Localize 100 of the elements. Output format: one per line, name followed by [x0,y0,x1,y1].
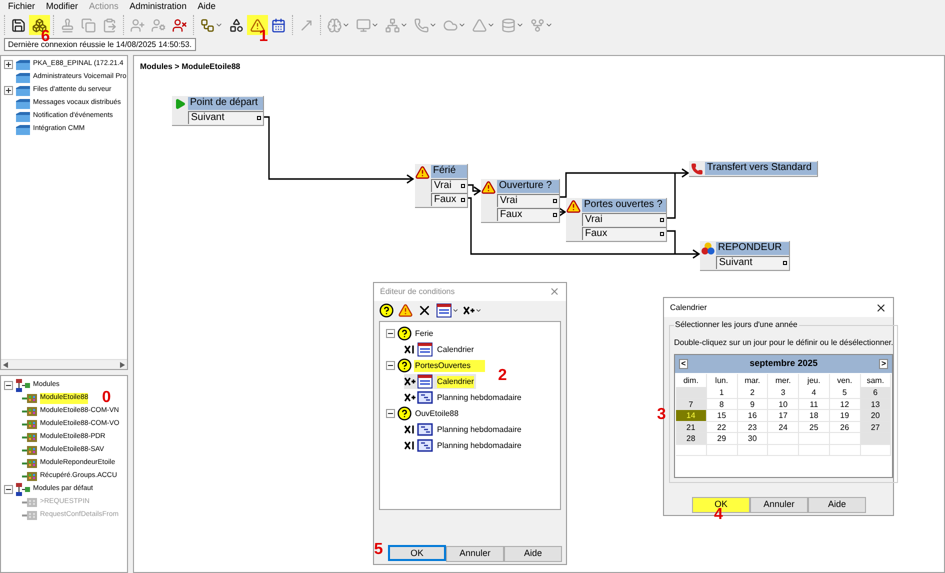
folder-icon [15,58,31,70]
condition-rule[interactable]: Planning hebdomadaire [404,423,524,436]
calendar-day[interactable]: 17 [768,410,799,422]
condition-rule[interactable]: Calendrier [404,342,476,357]
operator-plus-icon [463,306,475,316]
collapse-icon[interactable] [4,485,13,494]
flow-node[interactable]: Férié Vrai Faux [415,164,468,208]
calendar-day[interactable]: 14 [676,410,707,422]
dialog-button[interactable]: Annuler [750,496,808,513]
next-month-button[interactable]: > [879,359,888,369]
flow-node[interactable]: Ouverture ? Vrai Faux [481,179,560,223]
expand-icon[interactable] [4,60,13,69]
calendar-day[interactable]: 7 [676,398,707,410]
calendar-day[interactable]: 19 [830,410,860,422]
flow-node[interactable]: REPONDEUR Suivant [700,241,790,271]
caret-icon [371,21,379,29]
calendar-day[interactable]: 24 [768,422,799,433]
node-output[interactable]: Suivant [716,256,789,269]
caret-icon [342,21,350,29]
node-title: Férié [431,165,467,178]
menu-item[interactable]: Fichier [3,0,40,14]
port-icon[interactable] [461,198,465,202]
warning-icon [398,303,413,318]
calendar-day[interactable]: 21 [676,422,707,433]
menu-item[interactable]: Aide [192,0,221,14]
toolbar-button[interactable] [378,302,395,320]
calendar-day[interactable]: 2 [738,387,768,398]
calendar-day[interactable]: 3 [768,387,799,398]
calendar-day[interactable]: 29 [706,433,738,444]
scroll-left-icon[interactable] [3,362,8,368]
module-icon [22,406,38,417]
calendar-day[interactable]: 28 [676,433,707,444]
flow-node[interactable]: Transfert vers Standard [689,161,818,177]
calendar-day[interactable]: 30 [738,433,768,444]
node-output[interactable]: Vrai [431,179,467,192]
node-title: Ouverture ? [497,180,559,193]
expand-icon[interactable] [4,86,13,95]
caret-icon [487,21,495,29]
port-icon[interactable] [660,232,664,236]
collapse-icon[interactable] [386,329,395,338]
schedule-icon [417,423,433,436]
calendar-day[interactable]: 6 [860,387,892,398]
port-icon[interactable] [660,218,664,222]
condition-rule[interactable]: Planning hebdomadaire [404,391,524,404]
flow-node[interactable]: Portes ouvertes ? Vrai Faux [566,198,667,242]
node-output[interactable]: Faux [431,193,467,206]
collapse-icon[interactable] [4,381,13,390]
dialog-button[interactable]: OK [388,545,446,562]
calendar-day[interactable]: 25 [799,422,830,433]
warning-icon [481,180,496,195]
save-icon [11,18,26,32]
node-title: Portes ouvertes ? [582,199,666,212]
condition-item[interactable]: Ferie [386,326,560,342]
toolbar-button[interactable] [435,302,460,320]
connector-line [667,230,676,254]
calendar-day[interactable]: 16 [738,410,768,422]
calendar-day[interactable]: 18 [799,410,830,422]
node-output[interactable]: Vrai [582,213,666,226]
port-icon[interactable] [461,184,465,188]
node-output[interactable]: Suivant [188,111,263,124]
help-icon [379,303,394,318]
port-icon[interactable] [257,116,261,120]
dialog-button[interactable]: Aide [504,546,562,562]
calendar-day[interactable]: 11 [799,398,830,410]
calendar-day[interactable]: 20 [860,410,892,422]
node-title: Transfert vers Standard [705,162,817,175]
warning-icon [566,199,581,214]
flow-node[interactable]: Point de départ Suivant [172,96,264,126]
calendar-day[interactable]: 15 [706,410,738,422]
menu-item[interactable]: Administration [124,0,192,14]
node-output[interactable]: Faux [582,227,666,240]
scroll-right-icon[interactable] [120,362,125,368]
play-icon [174,98,186,110]
dialog-button[interactable]: Aide [808,496,866,513]
previous-month-button[interactable]: < [679,359,688,369]
workflow-icon [200,18,215,32]
scrollbar[interactable] [1,359,127,369]
calendar-day[interactable]: 5 [830,387,860,398]
port-icon[interactable] [783,261,787,265]
rule-label: Planning hebdomadaire [437,440,522,452]
condition-item[interactable]: OuvEtoile88 [386,406,560,422]
node-output[interactable]: Vrai [497,194,559,207]
stamp-icon [60,18,75,32]
menu-item[interactable]: Modifier [41,0,84,14]
network-icon [385,18,400,32]
calendar-day[interactable]: 10 [768,398,799,410]
brain-icon [327,18,342,32]
node-output[interactable]: Faux [497,208,559,221]
collapse-icon[interactable] [386,409,395,418]
collapse-icon[interactable] [386,361,395,370]
port-icon[interactable] [553,199,557,203]
close-icon[interactable] [875,302,887,314]
node-title: REPONDEUR [716,242,789,255]
calendar-day[interactable]: 4 [799,387,830,398]
output-label: Vrai [500,195,518,207]
condition-rule[interactable]: Planning hebdomadaire [404,439,524,452]
calendar-icon [417,374,433,389]
port-icon[interactable] [553,213,557,217]
dialog-button[interactable]: Annuler [446,546,504,562]
calendar-day[interactable]: 1 [706,387,738,398]
